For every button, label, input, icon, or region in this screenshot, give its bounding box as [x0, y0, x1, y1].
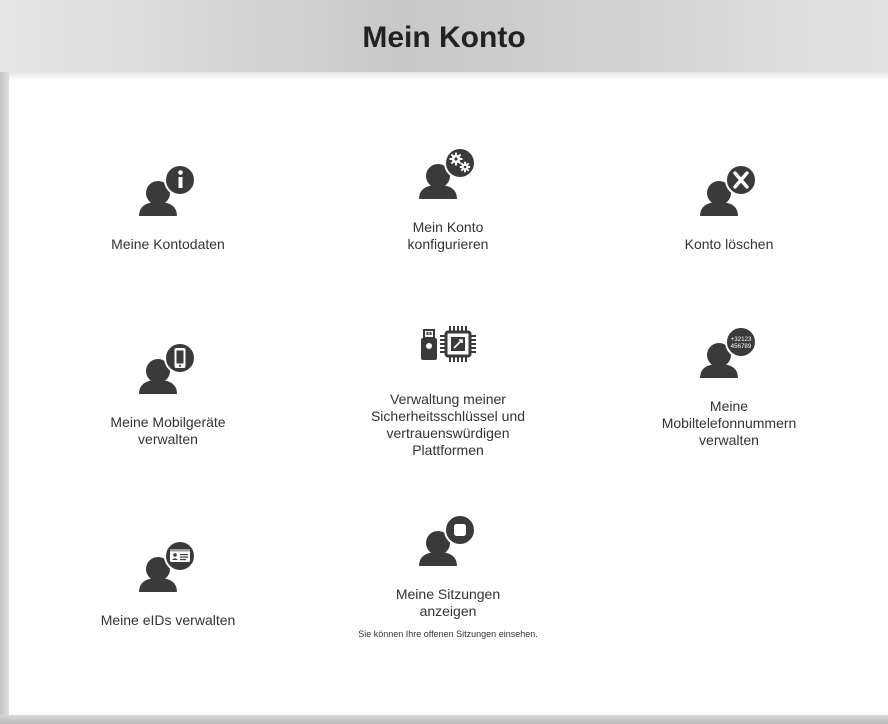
tile-label: Meine Kontodaten: [111, 236, 225, 252]
badge-number-line2: 456789: [731, 343, 752, 350]
user-session-icon: [419, 514, 476, 566]
tile-mobiltelefonnummern[interactable]: +32123 456789 Meine Mobiltelefonnummern …: [604, 322, 854, 449]
tile-label: Meine eIDs verwalten: [100, 612, 236, 628]
frame-left-border: [0, 72, 9, 724]
user-mobile-icon: [139, 342, 196, 394]
tile-meine-eids[interactable]: Meine eIDs verwalten: [43, 536, 293, 629]
tile-meine-kontodaten[interactable]: Meine Kontodaten: [43, 160, 293, 253]
tile-konto-loeschen[interactable]: Konto löschen: [604, 160, 854, 253]
tile-meine-sitzungen[interactable]: Meine Sitzungen anzeigen Sie können Ihre…: [323, 510, 573, 641]
frame-bottom-border: [0, 715, 888, 724]
badge-number-line1: +32123: [731, 336, 752, 343]
user-phone-numbers-icon: +32123 456789: [700, 326, 757, 378]
user-settings-icon: [419, 147, 476, 199]
tile-label: Verwaltung meiner Sicherheitsschlüssel u…: [370, 391, 526, 458]
user-info-icon: [139, 164, 196, 216]
tile-meine-mobilgeraete[interactable]: Meine Mobilgeräte verwalten: [43, 338, 293, 448]
tile-label: Meine Mobilgeräte verwalten: [110, 414, 226, 447]
header-shadow: [9, 72, 888, 80]
user-delete-icon: [700, 164, 757, 216]
user-id-card-icon: [139, 540, 196, 592]
tile-label: Meine Mobiltelefonnummern verwalten: [661, 398, 797, 448]
tile-subtitle: Sie können Ihre offenen Sitzungen einseh…: [358, 629, 538, 639]
header-bar: Mein Konto: [0, 0, 888, 72]
page-title: Mein Konto: [362, 21, 526, 54]
tile-sicherheitsschluessel[interactable]: Verwaltung meiner Sicherheitsschlüssel u…: [323, 315, 573, 459]
tile-label: Konto löschen: [684, 236, 774, 252]
tile-label: Mein Konto konfigurieren: [407, 219, 489, 252]
tile-label: Meine Sitzungen anzeigen: [395, 586, 501, 619]
tile-mein-konto-konfigurieren[interactable]: Mein Konto konfigurieren: [323, 143, 573, 253]
security-key-chip-icon: [421, 326, 476, 362]
